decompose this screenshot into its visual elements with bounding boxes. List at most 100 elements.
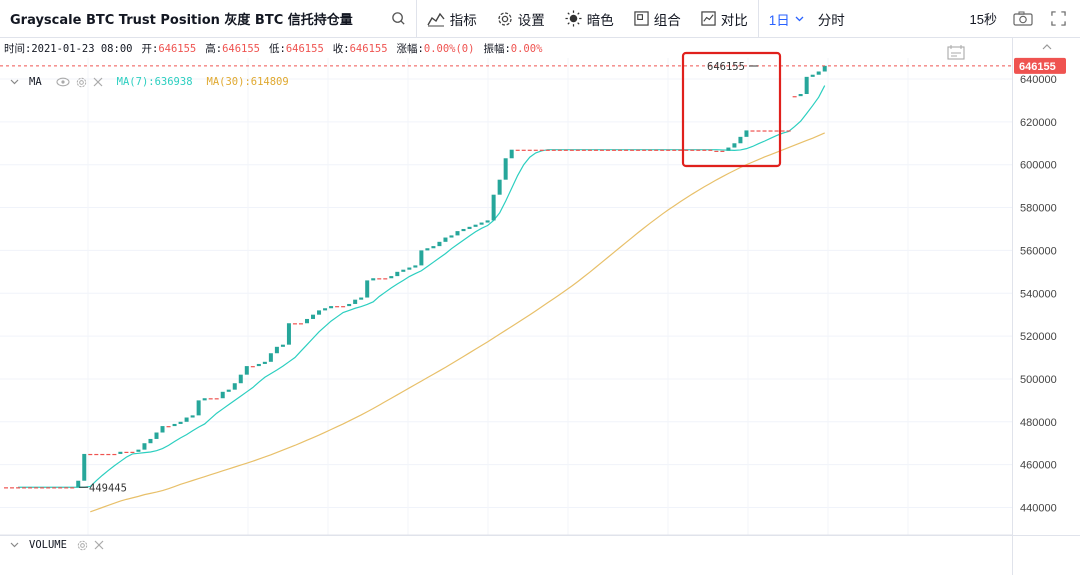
ma7-value: MA(7):636938 — [116, 76, 193, 88]
data-panel-icon[interactable] — [947, 44, 965, 60]
candle — [780, 130, 785, 132]
candle — [642, 149, 647, 151]
ma30-value: MA(30):614809 — [206, 76, 289, 88]
candle — [599, 149, 604, 151]
candle — [443, 237, 448, 242]
candle — [202, 398, 207, 401]
candle — [383, 278, 388, 280]
candle — [690, 149, 695, 151]
candle — [323, 308, 328, 311]
candle — [822, 65, 827, 72]
candle — [449, 235, 454, 238]
candle — [389, 276, 394, 279]
gear-icon[interactable] — [77, 540, 88, 551]
candle — [148, 438, 153, 444]
eye-icon[interactable] — [56, 77, 70, 87]
candle — [232, 383, 237, 390]
candle — [702, 149, 707, 151]
candle — [401, 269, 406, 272]
candle — [4, 487, 8, 489]
candle — [732, 143, 737, 148]
high-marker-label: 646155 — [707, 61, 745, 73]
candle — [190, 415, 195, 418]
candle — [407, 267, 412, 270]
candle — [798, 93, 803, 97]
candle — [473, 224, 478, 227]
candle — [317, 310, 322, 315]
candle — [756, 130, 761, 132]
candle — [106, 453, 111, 456]
candle — [329, 306, 334, 309]
candle — [509, 149, 514, 159]
ma30-line — [90, 132, 825, 513]
candle — [64, 487, 69, 489]
candle — [28, 487, 33, 489]
candle — [485, 220, 490, 223]
candle — [82, 453, 87, 481]
chevron-down-icon[interactable] — [10, 542, 19, 548]
candle — [810, 74, 815, 77]
candle — [262, 361, 267, 364]
candle — [606, 149, 610, 151]
candle — [738, 136, 743, 144]
candle — [292, 323, 297, 325]
candle — [208, 398, 213, 400]
candle — [413, 265, 418, 268]
candle — [491, 194, 496, 221]
candle — [425, 248, 430, 251]
candle — [52, 487, 57, 489]
candle — [581, 149, 586, 151]
candle — [160, 426, 165, 433]
candle — [16, 487, 21, 489]
candle — [347, 303, 352, 307]
candle — [612, 149, 617, 151]
candle — [244, 366, 249, 375]
candle — [672, 149, 677, 151]
candle — [154, 432, 159, 439]
candle — [684, 149, 689, 151]
pane-separator[interactable] — [0, 535, 1080, 536]
candle — [70, 487, 75, 489]
candle — [503, 158, 508, 180]
candle — [305, 318, 309, 324]
candle — [774, 130, 779, 132]
candle — [630, 149, 635, 151]
candle — [22, 487, 27, 489]
candle — [395, 271, 400, 277]
gear-icon[interactable] — [76, 77, 87, 88]
candle — [636, 149, 641, 151]
candle — [365, 280, 370, 298]
candle — [286, 323, 291, 345]
close-icon[interactable] — [94, 540, 104, 550]
candle — [654, 149, 659, 151]
candle — [768, 130, 773, 132]
candle — [166, 426, 171, 428]
candle — [786, 130, 791, 132]
candle — [341, 306, 346, 308]
candle — [431, 246, 436, 249]
chevron-down-icon[interactable] — [10, 79, 19, 85]
candle — [545, 149, 550, 151]
candle — [497, 179, 502, 195]
candle — [593, 149, 598, 151]
price-axis[interactable] — [1012, 38, 1080, 575]
candle — [527, 149, 532, 151]
candle — [58, 487, 63, 489]
candle — [76, 480, 81, 488]
candle — [124, 451, 129, 453]
candle — [666, 149, 671, 151]
candle — [708, 149, 713, 151]
candle — [359, 297, 364, 300]
chevron-up-icon[interactable] — [1042, 44, 1052, 50]
close-icon[interactable] — [93, 77, 103, 87]
low-marker-label: 449445 — [89, 482, 127, 494]
candle — [268, 353, 273, 362]
ma-legend: MA MA(7):636938 MA(30):614809 — [10, 76, 289, 88]
candle — [280, 344, 285, 347]
candle — [762, 130, 767, 132]
candle — [551, 149, 556, 151]
candle — [461, 228, 466, 232]
candle — [46, 487, 51, 489]
candle — [575, 149, 580, 151]
ma7-line — [18, 85, 826, 488]
